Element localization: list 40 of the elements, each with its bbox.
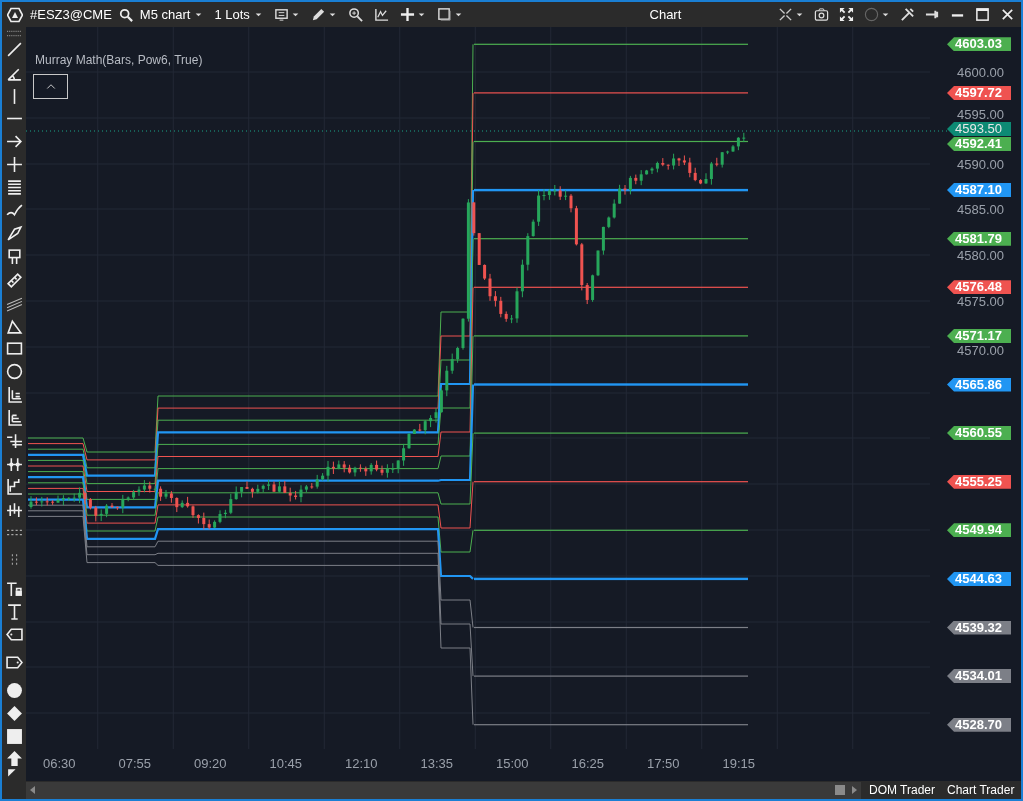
price-level-tag: 4576.48	[947, 280, 1011, 295]
price-level-tag: 4587.10	[947, 183, 1011, 198]
price-level-tag: 4597.72	[947, 85, 1011, 100]
last-price-tag: 4593.50	[947, 122, 1011, 136]
time-axis-label: 10:45	[269, 755, 303, 773]
time-axis-label: 06:30	[43, 755, 76, 773]
price-level-tag: 4539.32	[947, 620, 1011, 635]
price-level-tag: 4555.25	[947, 474, 1011, 489]
time-axis-label: 13:35	[420, 755, 454, 773]
price-axis-label: 4570.00	[957, 343, 1004, 357]
time-axis-label: 19:15	[722, 755, 756, 773]
time-axis-label: 12:10	[345, 755, 378, 773]
time-axis-label: 15:00	[496, 755, 529, 773]
price-level-tag: 4592.41	[947, 137, 1011, 151]
panel-tab[interactable]: DOM Trader	[869, 781, 935, 799]
price-level-tag: 4581.79	[947, 231, 1011, 246]
price-level-tag: 4603.03	[947, 37, 1011, 52]
symbol-label[interactable]: #ESZ3@CME	[30, 4, 112, 25]
price-axis-label: 4580.00	[957, 248, 1004, 262]
price-level-tag: 4565.86	[947, 377, 1011, 392]
timeframe-dropdown[interactable]: M5 chart	[139, 4, 204, 25]
window-title: Chart	[648, 5, 683, 24]
panel-tab[interactable]: Chart Trader	[947, 781, 1015, 799]
price-level-tag: 4549.94	[947, 523, 1011, 538]
time-axis-label: 09:20	[194, 755, 227, 773]
time-axis-label: 16:25	[571, 755, 605, 773]
price-axis-label: 4590.00	[957, 157, 1004, 171]
price-level-tag: 4534.01	[947, 669, 1011, 684]
time-axis-label: 07:55	[118, 755, 152, 773]
price-axis-label: 4600.00	[957, 65, 1004, 79]
price-level-tag: 4544.63	[947, 571, 1011, 586]
price-axis-label: 4575.00	[957, 294, 1004, 308]
price-axis-label: 4585.00	[957, 202, 1004, 216]
price-level-tag: 4560.55	[947, 426, 1011, 441]
time-axis-label: 17:50	[647, 755, 680, 773]
lots-dropdown[interactable]: 1 Lots	[214, 4, 263, 25]
price-level-tag: 4571.17	[947, 328, 1011, 343]
price-axis-label: 4595.00	[957, 108, 1004, 121]
price-level-tag: 4528.70	[947, 717, 1011, 732]
indicator-label: Murray Math(Bars, Pow6, True)	[35, 52, 203, 69]
